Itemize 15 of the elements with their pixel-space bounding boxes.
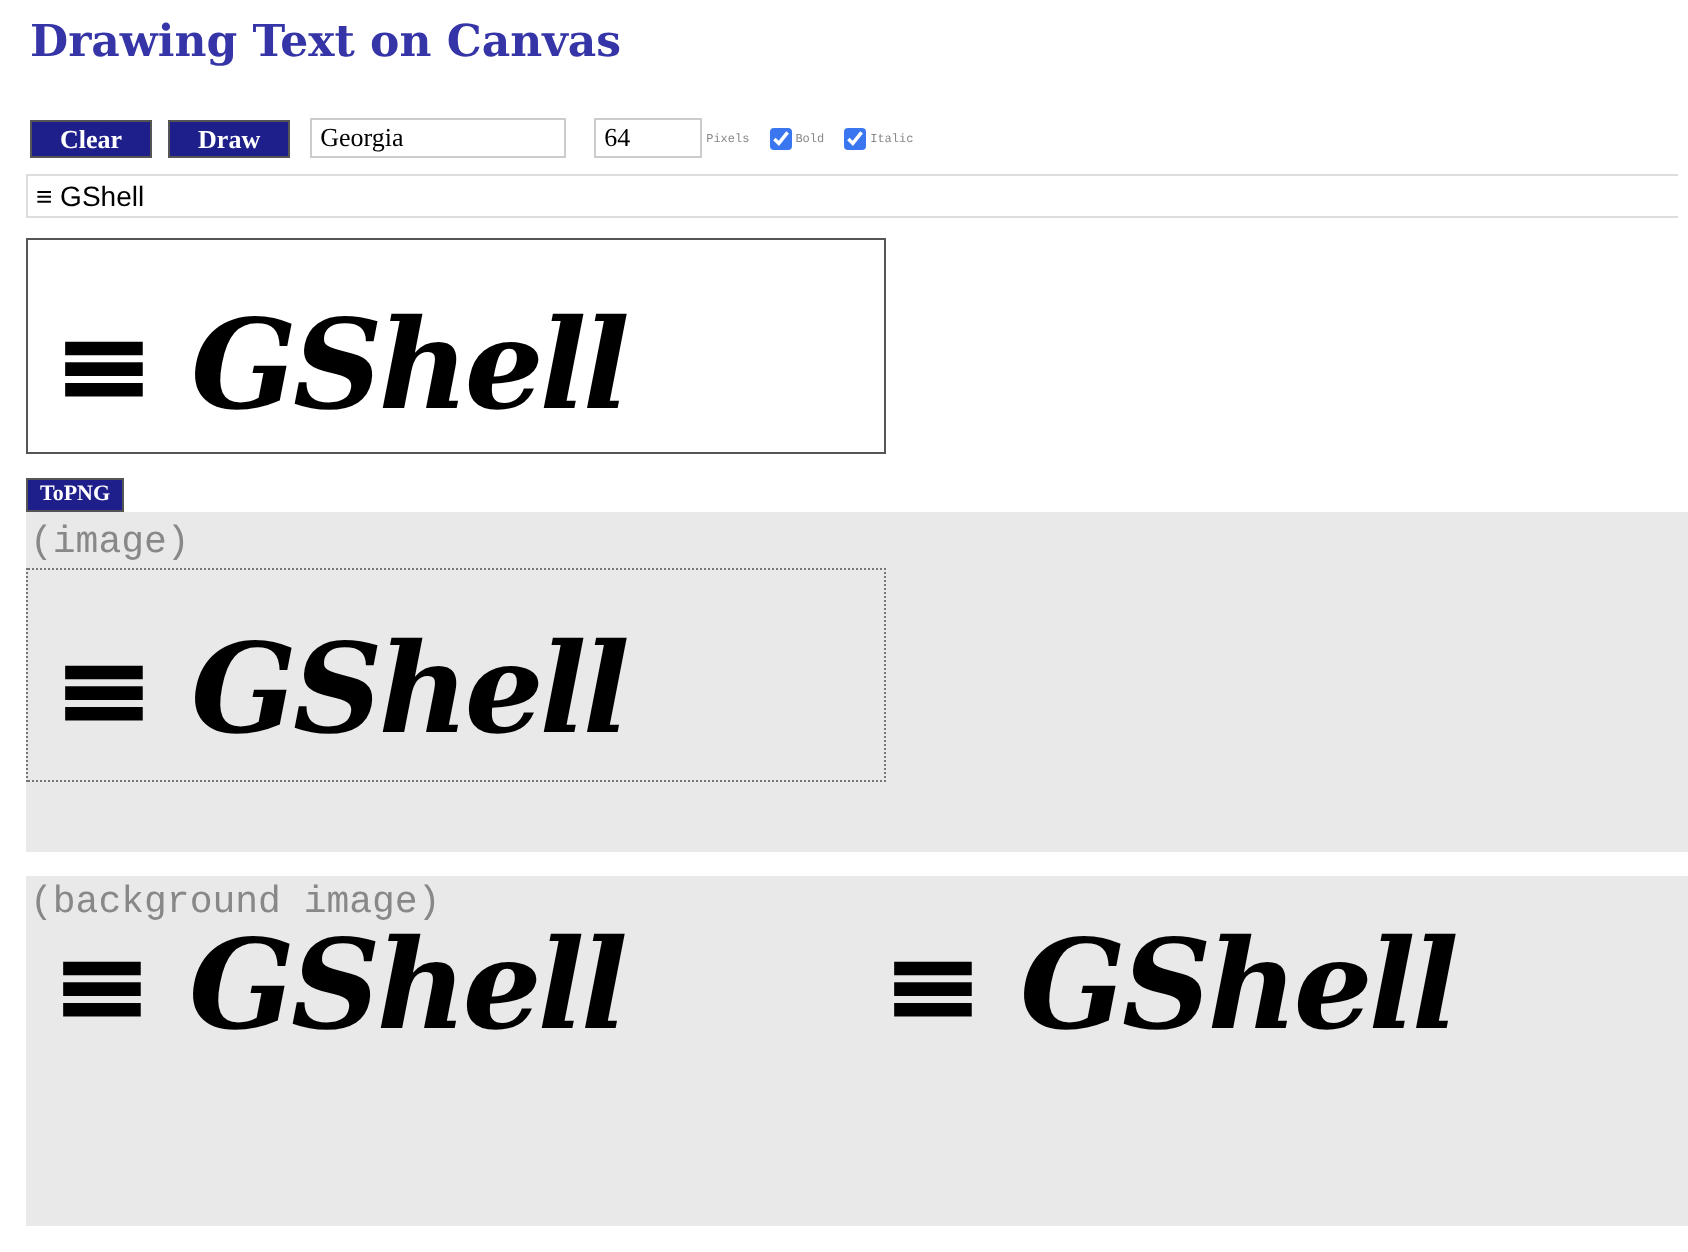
size-field[interactable]: 64 (594, 118, 703, 158)
font-field[interactable]: Georgia (310, 118, 567, 158)
tile-text: ≡ GShell (879, 924, 1458, 1048)
draw-button[interactable]: Draw (168, 119, 291, 157)
image-text: ≡ GShell (50, 628, 626, 752)
tile-text: ≡ GShell (50, 924, 627, 1048)
image-label: (image) (30, 520, 192, 564)
option-checkbox[interactable] (769, 127, 792, 149)
page-title: Drawing Text on Canvas (30, 16, 624, 68)
background-label: (background image) (30, 880, 443, 924)
clear-button[interactable]: Clear (30, 119, 153, 157)
text-field[interactable]: ≡ GShell (26, 174, 1678, 218)
topng-button[interactable]: ToPNG (26, 478, 125, 512)
option-checkbox[interactable] (844, 127, 867, 149)
canvas-text: ≡ GShell (50, 304, 626, 428)
